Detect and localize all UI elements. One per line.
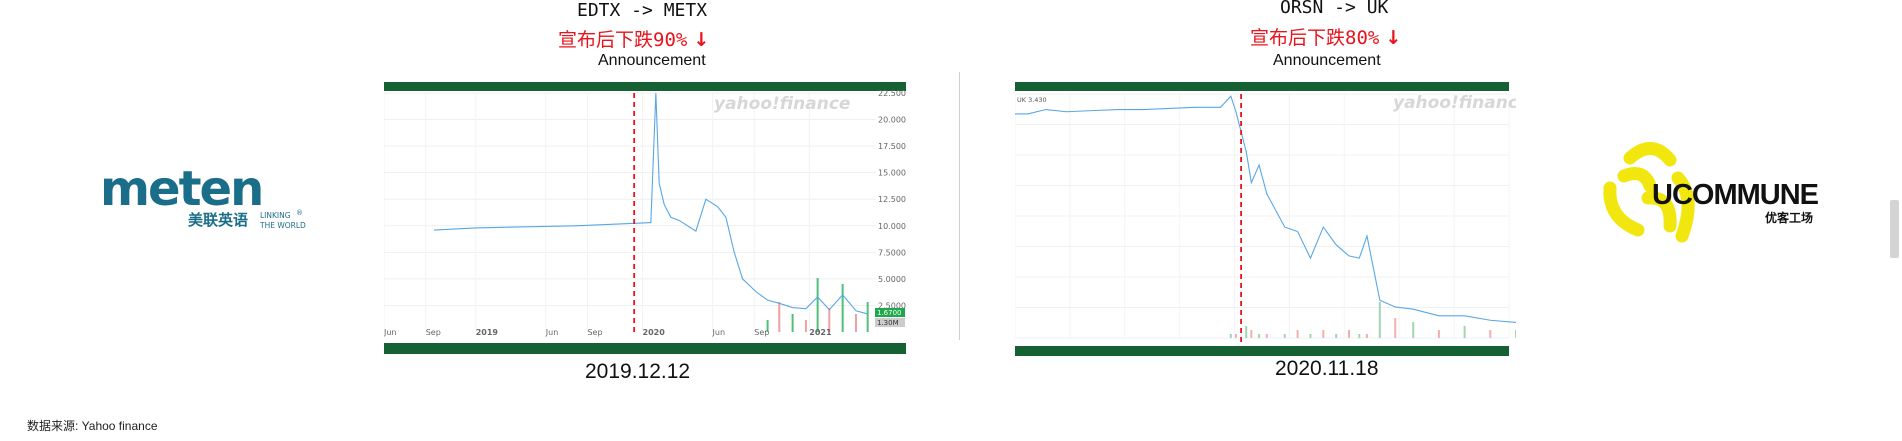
chart-2-volume-bar — [1250, 330, 1253, 338]
chart-2-volume-bar — [1515, 330, 1517, 338]
meten-logo: meten 美联英语 LINKING THE WORLD ® — [100, 161, 315, 235]
panel-2-ticker: ORSN -> UK — [1280, 0, 1389, 18]
chart-2-watermark: yahoo!finance — [1393, 93, 1516, 113]
chart-2-volume-bar — [1394, 318, 1397, 338]
chart-1-x-tick: 2020 — [643, 328, 666, 337]
chart-1-x-tick: 2019 — [476, 328, 499, 337]
chart-1-volume-tag-label: 1.30M — [877, 319, 899, 327]
chart-1-x-tick: 2021 — [809, 328, 832, 337]
panel-2-announcement-label: Announcement — [1273, 52, 1381, 69]
chart-2-volume-bar — [1258, 334, 1261, 338]
chart-1-volume-bar — [778, 302, 781, 332]
chart-1-y-ticks: 22.5000 20.0000 17.5000 15.0000 12.5000 10.00… — [878, 89, 911, 310]
chart-1-price-tag-label: 1.6700 — [877, 309, 902, 317]
meten-wordmark: meten — [100, 165, 262, 217]
chart-1-y-tick: 15.0000 — [878, 169, 906, 178]
chart-2-volume-bar — [1378, 302, 1381, 338]
panel-1-announcement-label: Announcement — [598, 52, 706, 69]
source-note: 数据来源: Yahoo finance — [27, 419, 158, 433]
ucommune-logo-mark: UCOMMUNE 优客工场 — [1603, 142, 1820, 243]
chart-1-volume-bar — [854, 314, 857, 332]
meten-reg-mark: ® — [296, 209, 303, 217]
panel-1-chart: yahoo!finance 22.5000 20.0000 17.5000 15.00… — [383, 82, 911, 354]
panel-1-drop-text: 宣布后下跌90% — [558, 29, 688, 51]
chart-2-volume-bar — [1245, 326, 1248, 338]
panel-divider — [959, 72, 960, 340]
chart-1-y-tick: 5.0000 — [878, 275, 906, 284]
chart-2-price-label: UK 3.430 — [1017, 96, 1047, 104]
panel-1-drop-note: 宣布后下跌90% ↓ — [558, 25, 709, 52]
chart-2-volume-bar — [1348, 330, 1350, 338]
chart-2-volume-bar — [1322, 330, 1325, 338]
chart-2-volume-bar — [1489, 330, 1492, 338]
chart-1-volume-bar — [816, 278, 819, 332]
chart-1-x-tick: Jun — [384, 328, 397, 337]
chart-2-volume-bar — [1229, 334, 1232, 338]
ucommune-wordmark: UCOMMUNE — [1652, 179, 1819, 211]
down-arrow-icon: ↓ — [693, 29, 710, 51]
chart-2-volume-bar — [1283, 334, 1286, 338]
panel-1-ticker: EDTX -> METX — [577, 0, 708, 21]
chart-1-y-tick: 12.5000 — [878, 195, 906, 204]
chart-2-volume-bar — [1412, 322, 1415, 338]
chart-1-svg: yahoo!finance 22.5000 20.0000 17.5000 15.00… — [383, 82, 911, 354]
ucommune-chinese: 优客工场 — [1765, 210, 1813, 225]
chart-2-volume-bar — [1365, 334, 1368, 338]
chart-1-top-bar — [384, 82, 906, 91]
down-arrow-icon: ↓ — [1385, 27, 1402, 49]
meten-tagline-1: LINKING — [260, 211, 291, 220]
chart-1-volume-bar — [804, 320, 807, 332]
chart-2-volume-bar — [1265, 334, 1268, 338]
chart-2-bottom-bar — [1015, 346, 1509, 356]
chart-1-volume-bar — [791, 314, 794, 332]
panel-2-date: 2020.11.18 — [1275, 357, 1379, 380]
chart-2-volume-bar — [1296, 330, 1299, 338]
panel-2-chart: yahoo!finance UK 3.430 — [1014, 82, 1529, 356]
chart-1-x-tick: Sep — [587, 328, 602, 337]
chart-2-volume-bar — [1437, 330, 1440, 338]
chart-1-x-tick: Jun — [712, 328, 726, 337]
chart-1-y-tick: 17.5000 — [878, 142, 906, 151]
ucommune-logo: UCOMMUNE 优客工场 — [1600, 138, 1840, 253]
chart-2-volume-bar — [1335, 334, 1338, 338]
chart-2-svg: yahoo!finance UK 3.430 — [1014, 82, 1529, 356]
chart-1-volume-bar — [866, 302, 869, 332]
meten-logo-mark: meten 美联英语 LINKING THE WORLD ® — [100, 161, 306, 230]
panel-2-drop-text: 宣布后下跌80% — [1250, 27, 1380, 49]
meten-tagline-2: THE WORLD — [259, 221, 306, 230]
chart-2-volume-bar — [1358, 334, 1361, 338]
chart-1-y-tick: 10.0000 — [878, 222, 906, 231]
chart-1-y-tick: 22.5000 — [878, 89, 906, 98]
chart-2-top-bar — [1015, 82, 1509, 91]
chart-2-volume-bar — [1234, 334, 1237, 338]
meten-chinese: 美联英语 — [188, 211, 248, 229]
chart-1-bottom-bar — [384, 343, 906, 354]
chart-1-y-tick: 20.0000 — [878, 116, 906, 125]
chart-2-volume-bar — [1463, 326, 1466, 338]
chart-1-watermark: yahoo!finance — [714, 94, 850, 114]
chart-1-y-tick: 7.5000 — [878, 248, 906, 257]
panel-1-date: 2019.12.12 — [585, 360, 691, 383]
chart-1-x-tick: Sep — [426, 328, 441, 337]
chart-2-volume-bar — [1309, 334, 1312, 338]
scrollbar-thumb[interactable] — [1890, 200, 1899, 258]
chart-1-x-tick: Sep — [754, 328, 769, 337]
chart-1-volume-bar — [841, 284, 844, 332]
panel-2-drop-note: 宣布后下跌80% ↓ — [1250, 23, 1401, 50]
chart-1-x-tick: Jun — [545, 328, 559, 337]
